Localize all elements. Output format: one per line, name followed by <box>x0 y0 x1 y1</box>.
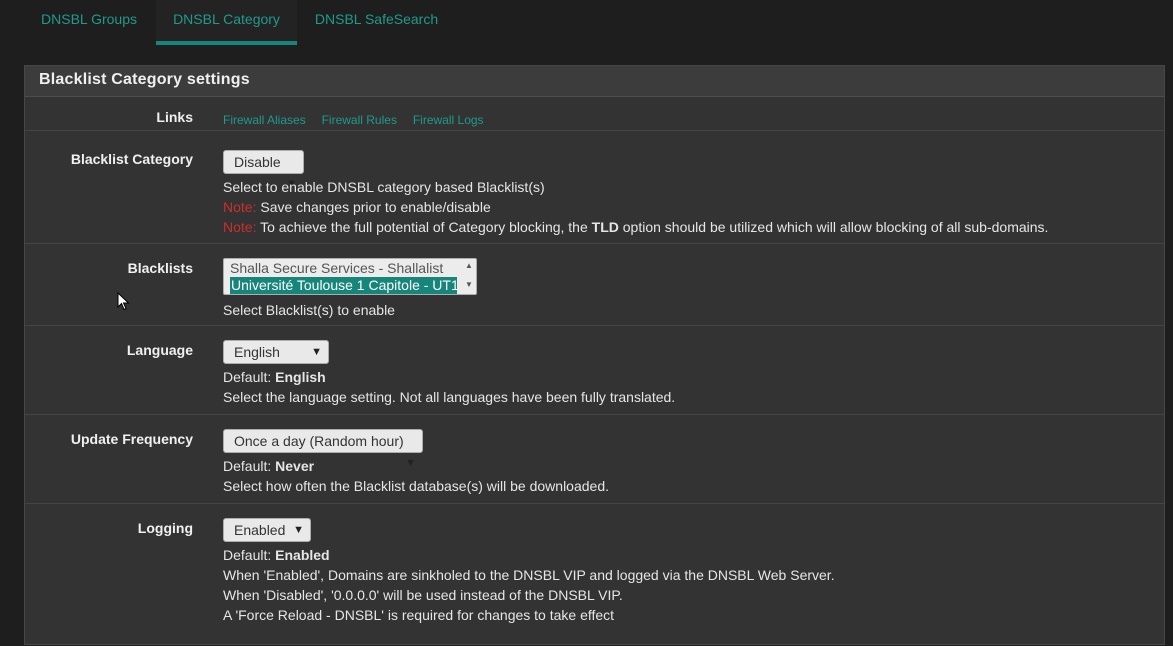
blacklist-category-help: Select to enable DNSBL category based Bl… <box>223 179 545 195</box>
blacklists-row: Blacklists Shalla Secure Services - Shal… <box>25 244 1164 326</box>
logging-help-enabled: When 'Enabled', Domains are sinkholed to… <box>223 567 835 583</box>
note-text: option should be utilized which will all… <box>618 219 1049 235</box>
note-tld: Note: To achieve the full potential of C… <box>223 217 1154 237</box>
language-help: Select the language setting. Not all lan… <box>223 389 676 405</box>
note-text: To achieve the full potential of Categor… <box>256 219 592 235</box>
language-select[interactable]: English ▼ <box>223 340 329 364</box>
blacklist-category-label: Blacklist Category <box>70 151 193 167</box>
note-save-changes: Note: Save changes prior to enable/disab… <box>223 197 1154 217</box>
links-label: Links <box>156 109 193 125</box>
logging-row: Logging Enabled ▼ Default: Enabled When … <box>25 504 1164 646</box>
default-label: Default: <box>223 369 276 385</box>
update-frequency-label: Update Frequency <box>70 431 193 447</box>
tab-bar: DNSBL Groups DNSBL Category DNSBL SafeSe… <box>0 0 1173 45</box>
firewall-rules-link[interactable]: Firewall Rules <box>322 113 397 127</box>
default-value: Enabled <box>275 547 330 563</box>
tab-dnsbl-safesearch[interactable]: DNSBL SafeSearch <box>304 0 449 45</box>
update-frequency-default: Default: Never <box>223 456 1154 476</box>
listbox-scrollbar[interactable]: ▲ ▼ <box>462 259 476 294</box>
mouse-cursor-icon <box>117 292 130 311</box>
logging-label: Logging <box>137 520 193 536</box>
blacklists-help: Select Blacklist(s) to enable <box>223 302 395 318</box>
blacklists-listbox[interactable]: Shalla Secure Services - Shallalist Univ… <box>223 258 477 295</box>
logging-value: Enabled <box>234 522 286 538</box>
update-frequency-value: Once a day (Random hour) <box>234 433 404 449</box>
firewall-logs-link[interactable]: Firewall Logs <box>413 113 484 127</box>
note-prefix: Note: <box>223 219 257 235</box>
default-value: English <box>275 369 326 385</box>
tld-text: TLD <box>591 219 619 235</box>
language-row: Language English ▼ Default: English Sele… <box>25 326 1164 415</box>
chevron-down-icon: ▼ <box>293 524 304 536</box>
links-row: Links Firewall Aliases Firewall Rules Fi… <box>25 97 1164 131</box>
chevron-down-icon: ▼ <box>405 457 416 469</box>
panel-title: Blacklist Category settings <box>25 66 1164 97</box>
logging-help-reload: A 'Force Reload - DNSBL' is required for… <box>223 607 615 623</box>
blacklist-option[interactable]: Shalla Secure Services - Shallalist <box>224 260 476 277</box>
logging-default: Default: Enabled <box>223 545 1154 565</box>
tab-dnsbl-groups[interactable]: DNSBL Groups <box>28 0 150 45</box>
logging-help-disabled: When 'Disabled', '0.0.0.0' will be used … <box>223 587 623 603</box>
scroll-down-icon[interactable]: ▼ <box>465 280 473 289</box>
blacklist-option-selected[interactable]: Université Toulouse 1 Capitole - UT1 <box>230 277 459 294</box>
settings-panel: Blacklist Category settings Links Firewa… <box>24 65 1165 645</box>
blacklists-label: Blacklists <box>127 260 193 276</box>
logging-select[interactable]: Enabled ▼ <box>223 518 311 542</box>
default-value: Never <box>275 458 315 474</box>
update-frequency-help: Select how often the Blacklist database(… <box>223 478 609 494</box>
language-default: Default: English <box>223 367 1154 387</box>
firewall-aliases-link[interactable]: Firewall Aliases <box>223 113 306 127</box>
language-label: Language <box>126 342 193 358</box>
links-list: Firewall Aliases Firewall Rules Firewall… <box>223 111 1154 127</box>
blacklist-category-value: Disable <box>234 154 281 170</box>
chevron-down-icon: ▼ <box>311 346 322 358</box>
default-label: Default: <box>223 458 276 474</box>
scroll-up-icon[interactable]: ▲ <box>465 261 473 270</box>
note-text: Save changes prior to enable/disable <box>256 199 491 215</box>
language-value: English <box>234 344 280 360</box>
blacklist-category-row: Blacklist Category Disable ▼ Select to e… <box>25 139 1164 244</box>
update-frequency-select[interactable]: Once a day (Random hour) ▼ <box>223 429 423 469</box>
default-label: Default: <box>223 547 276 563</box>
note-prefix: Note: <box>223 199 257 215</box>
blacklist-category-select[interactable]: Disable ▼ <box>223 150 304 190</box>
tab-dnsbl-category[interactable]: DNSBL Category <box>156 0 297 45</box>
update-frequency-row: Update Frequency Once a day (Random hour… <box>25 415 1164 504</box>
